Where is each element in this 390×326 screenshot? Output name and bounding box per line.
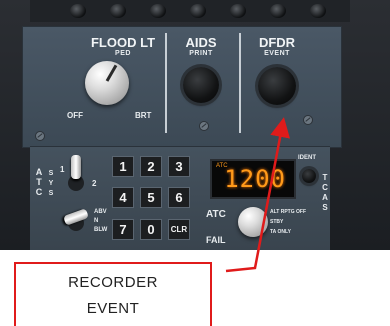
callout-line-1: RECORDER bbox=[68, 274, 158, 291]
recorder-event-callout: RECORDER EVENT bbox=[14, 262, 212, 326]
arrow-line bbox=[225, 117, 290, 273]
callout-line-2: EVENT bbox=[86, 300, 140, 317]
